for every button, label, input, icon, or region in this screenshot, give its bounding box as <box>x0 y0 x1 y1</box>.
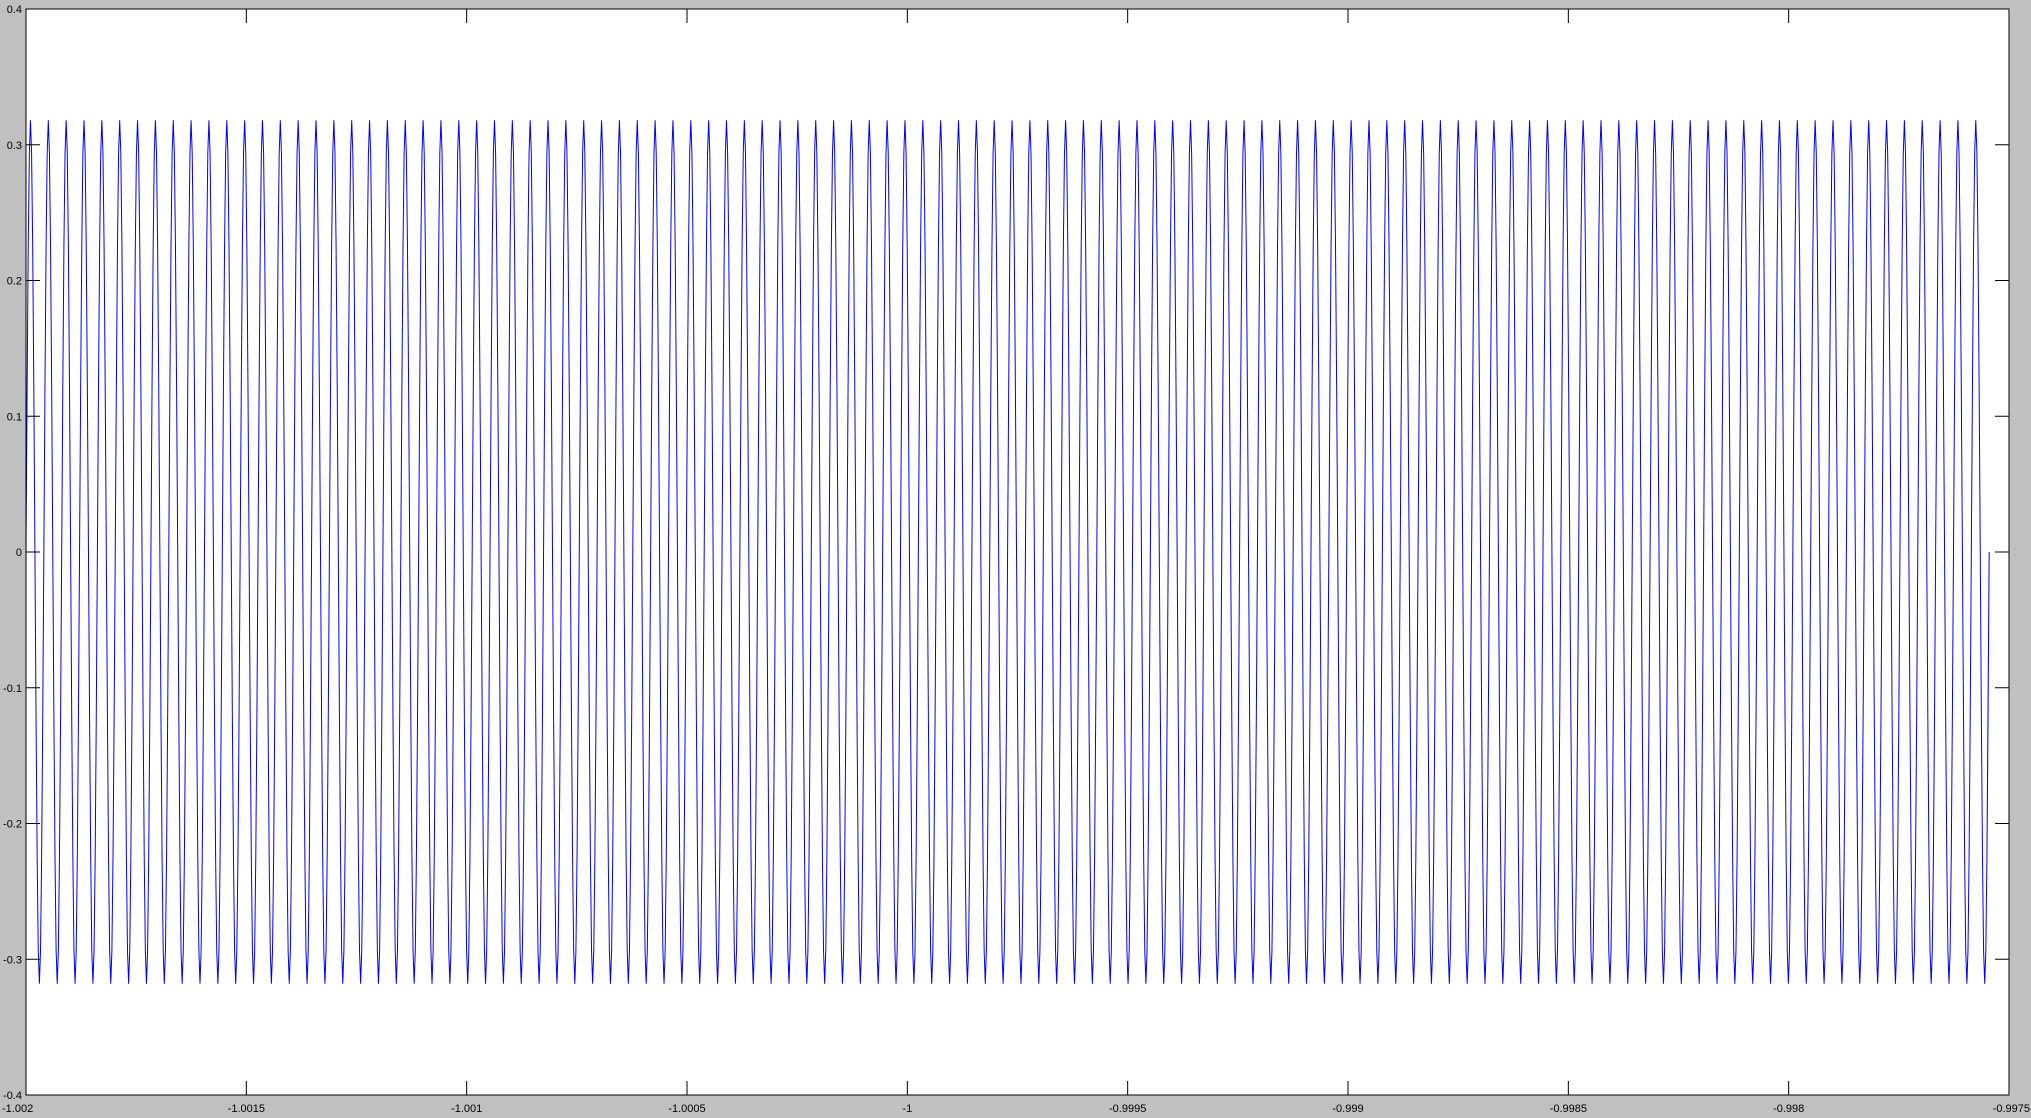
x-tick-label: -0.999 <box>1332 1103 1363 1115</box>
y-tick-label: 0 <box>16 547 22 559</box>
x-tick-label: -1.001 <box>451 1103 482 1115</box>
x-tick-label: -0.9975 <box>1993 1103 2030 1115</box>
x-tick-label: -0.9985 <box>1550 1103 1587 1115</box>
x-tick-label: -1 <box>902 1103 912 1115</box>
y-tick-label: -0.1 <box>3 683 22 695</box>
x-tick-label: -1.0005 <box>668 1103 705 1115</box>
x-tick-label: -0.9995 <box>1109 1103 1146 1115</box>
y-tick-label: -0.3 <box>3 954 22 966</box>
y-tick-label: -0.4 <box>3 1090 22 1102</box>
y-tick-label: 0.3 <box>7 140 22 152</box>
x-tick-label: -0.998 <box>1773 1103 1804 1115</box>
y-tick-label: 0.2 <box>7 276 22 288</box>
x-tick-label: -1.002 <box>2 1103 33 1115</box>
line-chart: -1.002 -1.0015 -1.001 -1.0005 -1 -0.9995 -0.99… <box>0 0 2031 1118</box>
y-tick-label: 0.4 <box>7 4 22 16</box>
y-tick-label: 0.1 <box>7 411 22 423</box>
y-tick-label: -0.2 <box>3 819 22 831</box>
x-tick-label: -1.0015 <box>228 1103 265 1115</box>
